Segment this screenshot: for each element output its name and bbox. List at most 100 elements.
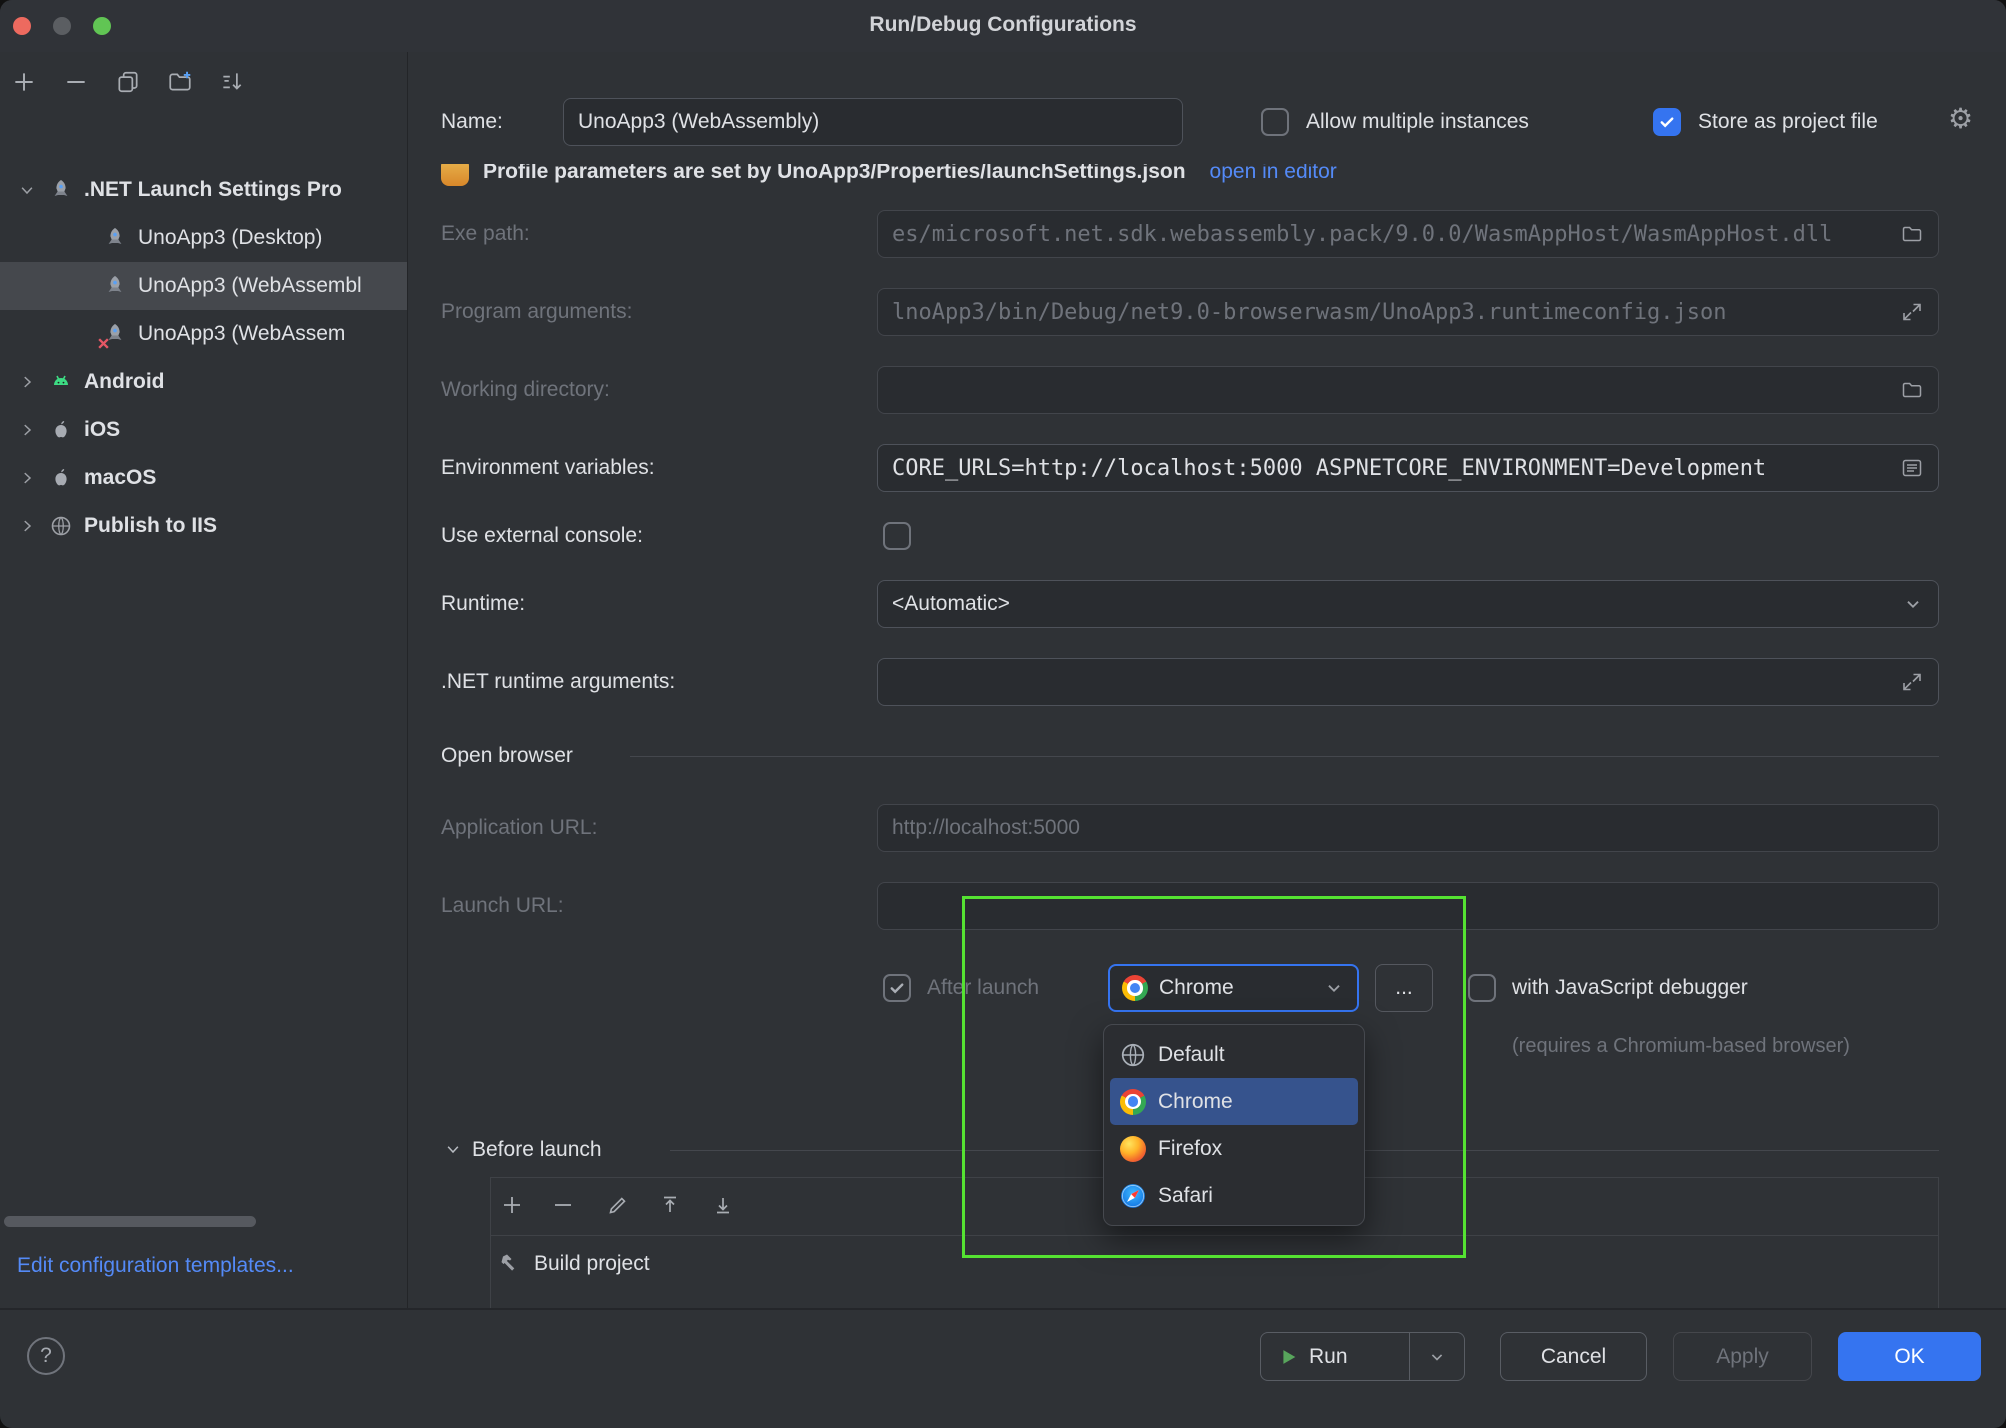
use-external-console-label: Use external console: xyxy=(441,522,643,550)
copy-configuration-button[interactable] xyxy=(110,64,146,100)
window-title: Run/Debug Configurations xyxy=(869,13,1136,37)
chrome-icon xyxy=(1120,1089,1146,1115)
before-launch-section-title[interactable]: Before launch xyxy=(472,1136,602,1164)
warning-text: Profile parameters are set by UnoApp3/Pr… xyxy=(483,164,1186,184)
chevron-down-icon[interactable] xyxy=(1323,977,1345,999)
expand-icon[interactable] xyxy=(1900,300,1924,324)
move-up-button[interactable] xyxy=(652,1187,688,1223)
configurations-sidebar: .NET Launch Settings Pro UnoApp3 (Deskto… xyxy=(0,52,408,1308)
dropdown-item-safari[interactable]: Safari xyxy=(1110,1172,1358,1219)
add-configuration-button[interactable] xyxy=(6,64,42,100)
run-button-label: Run xyxy=(1309,1345,1348,1369)
runtime-value: <Automatic> xyxy=(892,592,1010,616)
runtime-dropdown[interactable]: <Automatic> xyxy=(877,580,1939,628)
tree-item-unoapp3-webassembly-error[interactable]: UnoApp3 (WebAssem xyxy=(0,310,407,358)
program-arguments-label: Program arguments: xyxy=(441,298,632,326)
chevron-down-icon[interactable] xyxy=(1902,593,1924,615)
run-button[interactable]: Run xyxy=(1260,1332,1465,1381)
tree-item-unoapp3-desktop[interactable]: UnoApp3 (Desktop) xyxy=(0,214,407,262)
tree-group-ios[interactable]: iOS xyxy=(0,406,407,454)
working-directory-label: Working directory: xyxy=(441,376,610,404)
dropdown-item-label: Default xyxy=(1158,1043,1225,1067)
move-down-button[interactable] xyxy=(705,1187,741,1223)
chevron-right-icon[interactable] xyxy=(16,421,38,439)
browser-select-value: Chrome xyxy=(1159,976,1234,1000)
dropdown-item-default[interactable]: Default xyxy=(1110,1031,1358,1078)
environment-variables-label: Environment variables: xyxy=(441,454,655,482)
browser-dropdown-popup: Default Chrome Firefox Safari xyxy=(1103,1024,1365,1226)
js-debugger-checkbox[interactable] xyxy=(1468,974,1496,1002)
sidebar-horizontal-scrollbar[interactable] xyxy=(4,1216,256,1227)
minimize-window-button xyxy=(53,17,71,35)
titlebar: Run/Debug Configurations xyxy=(0,0,2006,52)
tree-item-label: Android xyxy=(84,370,164,394)
chevron-right-icon[interactable] xyxy=(16,469,38,487)
dropdown-item-label: Chrome xyxy=(1158,1090,1233,1114)
sort-configurations-button[interactable] xyxy=(214,64,250,100)
chevron-down-icon[interactable] xyxy=(16,181,38,199)
chevron-down-icon[interactable] xyxy=(444,1140,462,1158)
allow-multiple-instances-checkbox[interactable] xyxy=(1261,108,1289,136)
cancel-button[interactable]: Cancel xyxy=(1500,1332,1647,1381)
chevron-right-icon[interactable] xyxy=(16,517,38,535)
add-task-button[interactable] xyxy=(494,1187,530,1223)
warning-icon xyxy=(441,164,469,186)
firefox-icon xyxy=(1120,1136,1146,1162)
net-runtime-arguments-field[interactable] xyxy=(877,658,1939,706)
before-launch-task-build-project[interactable]: Build project xyxy=(498,1240,650,1288)
help-button[interactable]: ? xyxy=(27,1337,65,1375)
browse-browsers-button[interactable]: ... xyxy=(1375,964,1433,1012)
section-divider xyxy=(630,756,1939,757)
runtime-label: Runtime: xyxy=(441,590,525,618)
edit-configuration-templates-link[interactable]: Edit configuration templates... xyxy=(17,1254,294,1278)
application-url-field: http://localhost:5000 xyxy=(877,804,1939,852)
remove-task-button[interactable] xyxy=(545,1187,581,1223)
list-icon[interactable] xyxy=(1900,456,1924,480)
use-external-console-checkbox[interactable] xyxy=(883,522,911,550)
gear-icon[interactable]: ⚙ xyxy=(1948,102,1973,135)
name-value: UnoApp3 (WebAssembly) xyxy=(578,110,819,134)
launch-url-label: Launch URL: xyxy=(441,892,564,920)
tree-item-unoapp3-webassembly-selected[interactable]: UnoApp3 (WebAssembl xyxy=(0,262,407,310)
folder-icon[interactable] xyxy=(1900,378,1924,402)
play-icon xyxy=(1277,1346,1299,1368)
exe-path-value: es/microsoft.net.sdk.webassembly.pack/9.… xyxy=(892,222,1832,247)
before-launch-toolbar-divider xyxy=(490,1235,1939,1236)
folder-icon[interactable] xyxy=(1900,222,1924,246)
expand-icon[interactable] xyxy=(1900,670,1924,694)
tree-group-android[interactable]: Android xyxy=(0,358,407,406)
application-url-label: Application URL: xyxy=(441,814,597,842)
checkmark-icon xyxy=(888,979,906,997)
program-arguments-field: lnoApp3/bin/Debug/net9.0-browserwasm/Uno… xyxy=(877,288,1939,336)
store-as-project-file-checkbox[interactable] xyxy=(1653,108,1681,136)
js-debugger-note: (requires a Chromium-based browser) xyxy=(1512,1032,1850,1060)
hammer-icon xyxy=(498,1252,522,1276)
tree-group-dotnet-launch-settings[interactable]: .NET Launch Settings Pro xyxy=(0,166,407,214)
tree-group-macos[interactable]: macOS xyxy=(0,454,407,502)
chevron-down-icon[interactable] xyxy=(1410,1347,1464,1367)
chevron-right-icon[interactable] xyxy=(16,373,38,391)
tree-item-label: UnoApp3 (Desktop) xyxy=(138,226,322,250)
environment-variables-field[interactable]: CORE_URLS=http://localhost:5000 ASPNETCO… xyxy=(877,444,1939,492)
ok-button[interactable]: OK xyxy=(1838,1332,1981,1381)
tree-group-publish-to-iis[interactable]: Publish to IIS xyxy=(0,502,407,550)
name-input[interactable]: UnoApp3 (WebAssembly) xyxy=(563,98,1183,146)
tree-item-label: UnoApp3 (WebAssembl xyxy=(138,274,362,298)
tree-item-label: iOS xyxy=(84,418,120,442)
fullscreen-window-button[interactable] xyxy=(93,17,111,35)
new-folder-button[interactable] xyxy=(162,64,198,100)
task-label: Build project xyxy=(534,1252,650,1276)
close-window-button[interactable] xyxy=(13,17,31,35)
after-launch-checkbox[interactable] xyxy=(883,974,911,1002)
profile-parameters-warning: Profile parameters are set by UnoApp3/Pr… xyxy=(441,164,1337,194)
name-label: Name: xyxy=(441,108,503,136)
remove-configuration-button[interactable] xyxy=(58,64,94,100)
configuration-form: Profile parameters are set by UnoApp3/Pr… xyxy=(408,164,2006,1308)
tree-item-label: macOS xyxy=(84,466,156,490)
open-in-editor-link[interactable]: open in editor xyxy=(1210,164,1337,184)
dropdown-item-chrome-selected[interactable]: Chrome xyxy=(1110,1078,1358,1125)
edit-task-button[interactable] xyxy=(600,1187,636,1223)
tree-item-label: .NET Launch Settings Pro xyxy=(84,178,342,202)
dropdown-item-firefox[interactable]: Firefox xyxy=(1110,1125,1358,1172)
browser-select[interactable]: Chrome xyxy=(1108,964,1359,1012)
